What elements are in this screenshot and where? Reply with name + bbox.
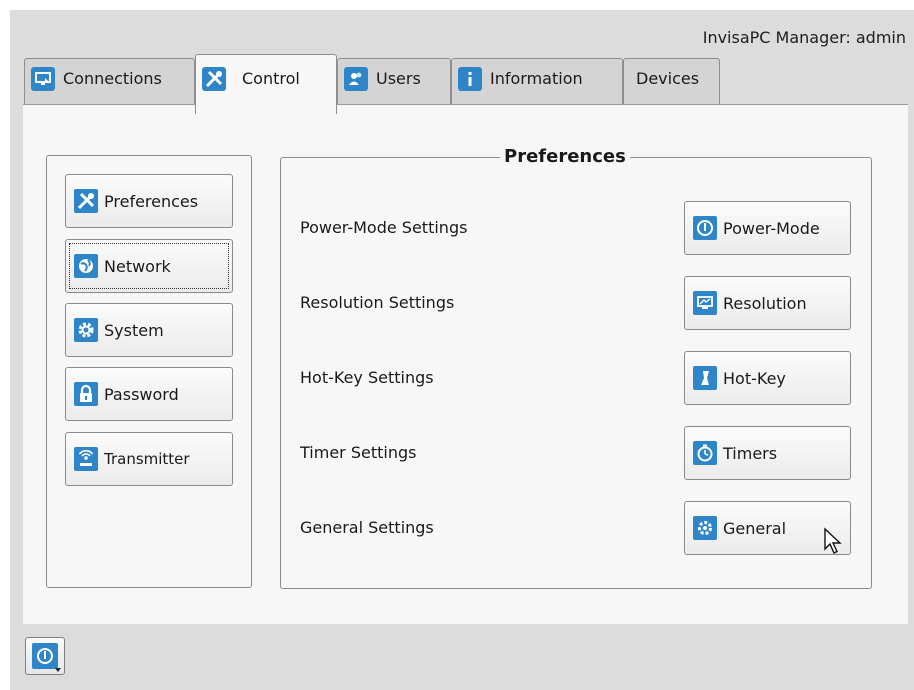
- setting-label: Hot-Key Settings: [300, 368, 434, 387]
- sidebar-item-label: Transmitter: [104, 450, 190, 468]
- users-icon: [344, 66, 368, 91]
- sidebar-item-label: System: [104, 320, 164, 340]
- info-icon: [458, 66, 482, 91]
- setting-label: Resolution Settings: [300, 293, 455, 312]
- network-icon: [74, 254, 98, 278]
- sidebar-item-password[interactable]: Password: [65, 367, 233, 421]
- tools-icon: [74, 189, 98, 213]
- power-icon: [693, 216, 717, 240]
- button-label: Timers: [723, 443, 778, 463]
- power-menu-button[interactable]: [25, 637, 65, 675]
- sidebar-item-network[interactable]: Network: [65, 239, 233, 293]
- tab-control[interactable]: Control: [195, 54, 337, 114]
- sidebar-item-label: Preferences: [104, 191, 199, 211]
- hotkey-icon: [693, 366, 717, 390]
- power-icon: [32, 643, 58, 669]
- button-label: Resolution: [723, 293, 807, 313]
- tab-label: Information: [490, 69, 583, 88]
- chevron-down-icon: [55, 668, 61, 672]
- tab-label: Devices: [636, 69, 700, 88]
- setting-label: Timer Settings: [300, 443, 417, 462]
- setting-label: General Settings: [300, 518, 434, 537]
- mouse-cursor-icon: [824, 527, 842, 554]
- tab-label: Connections: [63, 69, 162, 88]
- transmitter-icon: [74, 447, 98, 471]
- app-title: InvisaPC Manager: admin: [702, 28, 906, 47]
- gear-icon: [74, 318, 98, 342]
- tools-icon: [202, 66, 226, 91]
- hot-key-button[interactable]: Hot-Key: [684, 351, 851, 405]
- monitor-icon: [31, 66, 55, 91]
- button-label: General: [723, 518, 787, 538]
- tab-users[interactable]: Users: [337, 58, 451, 104]
- button-label: Power-Mode: [723, 218, 820, 238]
- sidebar-item-label: Password: [104, 384, 179, 404]
- timers-button[interactable]: Timers: [684, 426, 851, 480]
- sidebar-item-label: Network: [104, 256, 171, 276]
- sidebar-item-preferences[interactable]: Preferences: [65, 174, 233, 228]
- resolution-button[interactable]: Resolution: [684, 276, 851, 330]
- lock-icon: [74, 382, 98, 406]
- tab-connections[interactable]: Connections: [24, 58, 195, 104]
- sidebar-item-system[interactable]: System: [65, 303, 233, 357]
- stopwatch-icon: [693, 441, 717, 465]
- section-title: Preferences: [500, 146, 630, 167]
- tab-information[interactable]: Information: [451, 58, 623, 104]
- power-mode-button[interactable]: Power-Mode: [684, 201, 851, 255]
- tab-label: Users: [376, 69, 421, 88]
- tab-devices[interactable]: Devices: [623, 58, 720, 104]
- setting-label: Power-Mode Settings: [300, 218, 468, 237]
- gear-icon: [693, 516, 717, 540]
- sidebar-item-transmitter[interactable]: Transmitter: [65, 432, 233, 486]
- tab-label: Control: [242, 69, 300, 88]
- display-icon: [693, 291, 717, 315]
- button-label: Hot-Key: [723, 368, 786, 388]
